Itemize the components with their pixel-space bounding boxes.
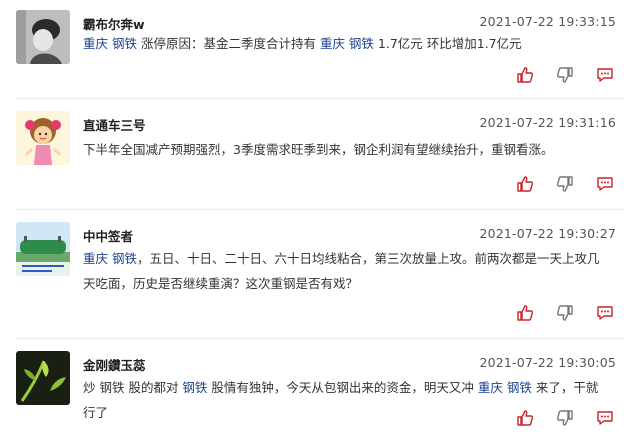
post-time: 2021-07-22 19:33:15	[479, 14, 616, 29]
post-item: 中中签者 2021-07-22 19:30:27 重庆 钢铁，五日、十日、二十日…	[0, 210, 624, 338]
post-item: 直通车三号 2021-07-22 19:31:16 下半年全国减产预期强烈，3季…	[0, 99, 624, 209]
avatar[interactable]	[16, 351, 70, 405]
content-text: 股情有独钟，今天从包钢出来的资金，明天又冲	[207, 380, 478, 395]
post-actions	[516, 304, 614, 322]
stock-link[interactable]: 重庆 钢铁	[83, 251, 137, 266]
thumbs-up-icon[interactable]	[516, 66, 534, 84]
avatar[interactable]	[16, 10, 70, 64]
thumbs-up-icon[interactable]	[516, 175, 534, 193]
comment-icon[interactable]	[596, 175, 614, 193]
avatar[interactable]	[16, 111, 70, 165]
stock-link[interactable]: 钢铁	[182, 380, 207, 395]
username[interactable]: 直通车三号	[83, 115, 146, 134]
thumbs-down-icon[interactable]	[556, 409, 574, 427]
content-text: 炒 钢铁 股的都对	[83, 380, 183, 395]
thumbs-up-icon[interactable]	[516, 409, 534, 427]
comment-icon[interactable]	[596, 66, 614, 84]
post-item: 金刚鑽玉蕊 2021-07-22 19:30:05 炒 钢铁 股的都对 钢铁 股…	[0, 339, 624, 439]
username[interactable]: 中中签者	[83, 226, 133, 245]
stock-link[interactable]: 重庆 钢铁	[83, 36, 137, 51]
stock-link[interactable]: 重庆 钢铁	[478, 380, 532, 395]
post-time: 2021-07-22 19:30:05	[479, 355, 616, 370]
post-actions	[516, 66, 614, 84]
post-content: 下半年全国减产预期强烈，3季度需求旺季到来，钢企利润有望继续抬升，重钢看涨。	[83, 137, 603, 162]
post-actions	[516, 409, 614, 427]
post-item: 霸布尔奔w 2021-07-22 19:33:15 重庆 钢铁 涨停原因：基金二…	[0, 0, 624, 98]
content-text: 1.7亿元 环比增加1.7亿元	[373, 36, 522, 51]
comment-icon[interactable]	[596, 304, 614, 322]
post-actions	[516, 175, 614, 193]
comment-icon[interactable]	[596, 409, 614, 427]
content-text: ，五日、十日、二十日、六十日均线粘合，第三次放量上攻。前两次都是一天上攻几天吃面…	[83, 251, 600, 291]
post-time: 2021-07-22 19:31:16	[479, 115, 616, 130]
content-text: 涨停原因：基金二季度合计持有	[136, 36, 320, 51]
avatar[interactable]	[16, 222, 70, 276]
post-content: 重庆 钢铁，五日、十日、二十日、六十日均线粘合，第三次放量上攻。前两次都是一天上…	[83, 246, 603, 296]
username[interactable]: 金刚鑽玉蕊	[83, 355, 146, 374]
post-time: 2021-07-22 19:30:27	[479, 226, 616, 241]
comment-list: 霸布尔奔w 2021-07-22 19:33:15 重庆 钢铁 涨停原因：基金二…	[0, 0, 624, 439]
thumbs-down-icon[interactable]	[556, 66, 574, 84]
stock-link[interactable]: 重庆 钢铁	[320, 36, 374, 51]
post-content: 重庆 钢铁 涨停原因：基金二季度合计持有 重庆 钢铁 1.7亿元 环比增加1.7…	[83, 31, 603, 56]
thumbs-up-icon[interactable]	[516, 304, 534, 322]
thumbs-down-icon[interactable]	[556, 175, 574, 193]
thumbs-down-icon[interactable]	[556, 304, 574, 322]
content-text: 下半年全国减产预期强烈，3季度需求旺季到来，钢企利润有望继续抬升，重钢看涨。	[83, 142, 554, 157]
